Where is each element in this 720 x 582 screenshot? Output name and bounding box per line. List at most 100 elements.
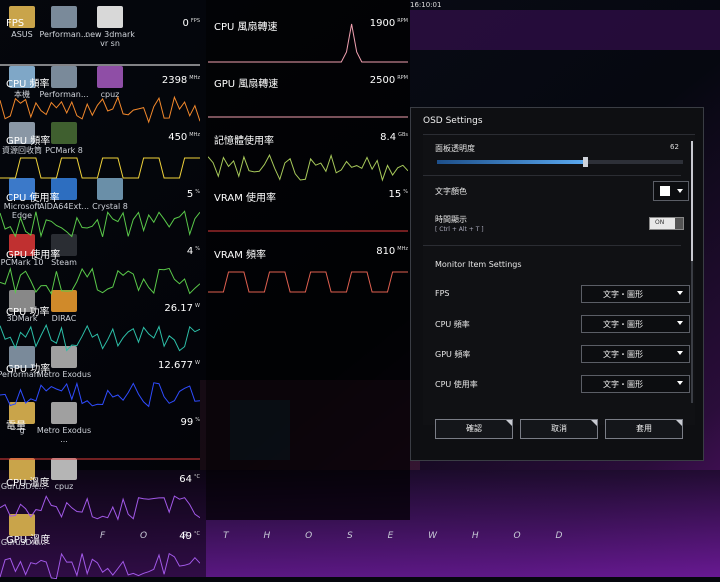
metric-unit: %: [195, 417, 200, 423]
metric-graph-line: [0, 381, 200, 408]
metric-label: GPU 風扇轉速: [214, 79, 279, 90]
metric-label: 記憶體使用率: [214, 136, 274, 147]
metric-row: 電量 99%: [0, 411, 200, 468]
metric-graph: [0, 64, 200, 66]
metric-row: GPU 使用率 4%: [0, 240, 200, 297]
clock-readout: 16:10:01: [410, 1, 442, 9]
metric-value: 26.17 W: [164, 303, 200, 314]
apply-button-label: 套用: [636, 424, 652, 433]
cancel-button[interactable]: 取消: [520, 419, 598, 439]
corner-mark-icon: [506, 420, 512, 426]
metric-value: 1900 RPM: [370, 18, 408, 29]
metric-number: 810: [376, 246, 396, 257]
scrollbar[interactable]: [691, 141, 693, 403]
opacity-slider[interactable]: [437, 157, 683, 167]
metric-number: 12.677: [158, 360, 194, 371]
toggle-state-label: ON: [655, 219, 665, 226]
monitor-item-display-select[interactable]: 文字・圖形: [581, 285, 690, 303]
metric-label: FPS: [6, 18, 25, 29]
metric-value: 2398 MHz: [162, 75, 200, 86]
metric-label: CPU 風扇轉速: [214, 22, 278, 33]
osd-settings-panel: OSD Settings 面板透明度 62 文字顏色 時間顯示 [ Ctrl +…: [410, 107, 704, 461]
metric-unit: °C: [194, 531, 200, 537]
metric-label: VRAM 頻率: [214, 250, 267, 261]
metric-graph-line: [0, 552, 200, 580]
scrollbar-thumb[interactable]: [691, 141, 693, 261]
opacity-slider-handle[interactable]: [582, 157, 588, 167]
monitor-item-display-select[interactable]: 文字・圖形: [581, 345, 690, 363]
metric-number: 15: [388, 189, 402, 200]
metric-value: 49 °C: [179, 531, 200, 542]
metric-number: 0: [182, 18, 189, 29]
metric-value: 15%: [389, 189, 409, 200]
time-display-shortcut: [ Ctrl + Alt + T ]: [435, 226, 484, 233]
chevron-down-icon: [677, 381, 683, 385]
metric-number: 99: [180, 417, 194, 428]
cancel-button-label: 取消: [551, 424, 567, 433]
metric-row: CPU 風扇轉速 1900 RPM: [208, 12, 408, 69]
metric-unit: °C: [194, 474, 200, 480]
metric-value: 8.4 GBs: [380, 132, 408, 143]
metric-value: 810 MHz: [376, 246, 408, 257]
monitor-item-display-select[interactable]: 文字・圖形: [581, 315, 690, 333]
metric-number: 1900: [369, 18, 396, 29]
metric-label: 電量: [6, 421, 26, 432]
metric-unit: %: [403, 189, 408, 195]
opacity-slider-fill: [437, 160, 585, 164]
metric-row: GPU 功率 12.677 W: [0, 354, 200, 411]
metric-graph: [0, 458, 200, 460]
corner-mark-icon: [591, 420, 597, 426]
metric-row: FPS 0 FPS: [0, 12, 200, 69]
time-display-label: 時間顯示: [435, 215, 467, 224]
monitor-item-settings-title: Monitor Item Settings: [435, 260, 522, 269]
monitor-item-label: FPS: [435, 289, 450, 298]
metric-value: 4%: [187, 246, 200, 257]
apply-button[interactable]: 套用: [605, 419, 683, 439]
metric-number: 2500: [369, 75, 396, 86]
metric-label: CPU 使用率: [6, 193, 60, 204]
confirm-button[interactable]: 確認: [435, 419, 513, 439]
metric-graph-line: [0, 210, 200, 238]
corner-mark-icon: [676, 420, 682, 426]
metric-unit: W: [195, 303, 200, 309]
metric-number: 2398: [161, 75, 188, 86]
metric-label: GPU 使用率: [6, 250, 61, 261]
text-color-label: 文字顏色: [435, 187, 467, 196]
monitor-item-display-select[interactable]: 文字・圖形: [581, 375, 690, 393]
divider: [423, 175, 681, 176]
metric-unit: RPM: [397, 18, 408, 24]
chevron-down-icon: [677, 189, 683, 193]
time-display-toggle[interactable]: ON: [649, 217, 684, 230]
metric-value: 450 MHz: [168, 132, 200, 143]
metric-label: CPU 頻率: [6, 79, 50, 90]
metric-row: CPU 頻率 2398 MHz: [0, 69, 200, 126]
metric-unit: GBs: [398, 132, 408, 138]
metric-label: CPU 溫度: [6, 478, 50, 489]
metric-row: GPU 頻率 450 MHz: [0, 126, 200, 183]
select-value: 文字・圖形: [603, 290, 643, 299]
metric-value: 64 °C: [179, 474, 200, 485]
osd-settings-scroll-area: 面板透明度 62 文字顏色 時間顯示 [ Ctrl + Alt + T ] ON…: [423, 134, 695, 425]
metric-value: 12.677 W: [158, 360, 200, 371]
select-value: 文字・圖形: [603, 380, 643, 389]
metric-row: GPU 溫度 49 °C: [0, 525, 200, 582]
metric-graph-line: [0, 157, 200, 179]
metric-row: CPU 功率 26.17 W: [0, 297, 200, 354]
toggle-knob: [675, 218, 683, 229]
metric-unit: W: [195, 360, 200, 366]
metric-unit: MHz: [189, 132, 200, 138]
text-color-picker[interactable]: [653, 181, 689, 201]
metric-unit: MHz: [189, 75, 200, 81]
monitor-item-label: CPU 使用率: [435, 380, 478, 389]
metric-number: 26.17: [164, 303, 194, 314]
monitor-item-label: CPU 頻率: [435, 320, 470, 329]
metric-number: 4: [186, 246, 194, 257]
metric-unit: %: [195, 246, 200, 252]
chevron-down-icon: [677, 291, 683, 295]
metric-number: 49: [179, 531, 192, 542]
metric-unit: FPS: [190, 18, 200, 24]
metric-row: CPU 使用率 5%: [0, 183, 200, 240]
osd-settings-title: OSD Settings: [423, 116, 483, 126]
metric-number: 5: [186, 189, 194, 200]
metric-label: GPU 頻率: [6, 136, 51, 147]
